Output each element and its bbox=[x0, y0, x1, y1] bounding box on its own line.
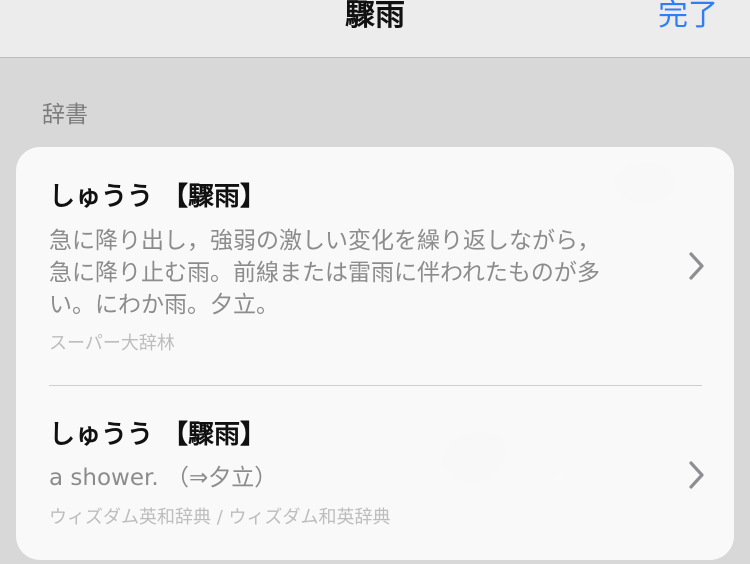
section-header-dictionary: 辞書 bbox=[42, 102, 88, 128]
page-title: 驟雨 bbox=[345, 0, 405, 33]
entry-source: スーパー大辞林 bbox=[49, 333, 175, 354]
definition-line: 急に降り出し，強弱の激しい変化を繰り返しながら， bbox=[49, 228, 601, 254]
done-button[interactable]: 完了 bbox=[658, 0, 718, 32]
entry-source: ウィズダム英和辞典 / ウィズダム和英辞典 bbox=[49, 507, 391, 528]
dictionary-card: しゅうう 【驟雨】 急に降り出し，強弱の激しい変化を繰り返しながら， 急に降り止… bbox=[16, 147, 734, 560]
chevron-right-icon bbox=[689, 461, 704, 489]
entry-title: しゅうう 【驟雨】 bbox=[49, 420, 267, 450]
entry-definition: a shower. （⇒夕立） bbox=[49, 465, 278, 491]
chevron-right-icon bbox=[689, 252, 704, 280]
definition-line: 急に降り止む雨。前線または雷雨に伴われたものが多 bbox=[49, 260, 600, 286]
entry-title: しゅうう 【驟雨】 bbox=[49, 182, 267, 212]
dictionary-entry-wisdom[interactable]: しゅうう 【驟雨】 a shower. （⇒夕立） ウィズダム英和辞典 / ウィ… bbox=[16, 386, 734, 560]
entry-definition: 急に降り出し，強弱の激しい変化を繰り返しながら， 急に降り止む雨。前線または雷雨… bbox=[49, 225, 659, 321]
dictionary-entry-daijirin[interactable]: しゅうう 【驟雨】 急に降り出し，強弱の激しい変化を繰り返しながら， 急に降り止… bbox=[16, 147, 734, 385]
navigation-bar: 驟雨 完了 bbox=[0, 0, 750, 58]
definition-line: い。にわか雨。夕立。 bbox=[49, 292, 279, 318]
